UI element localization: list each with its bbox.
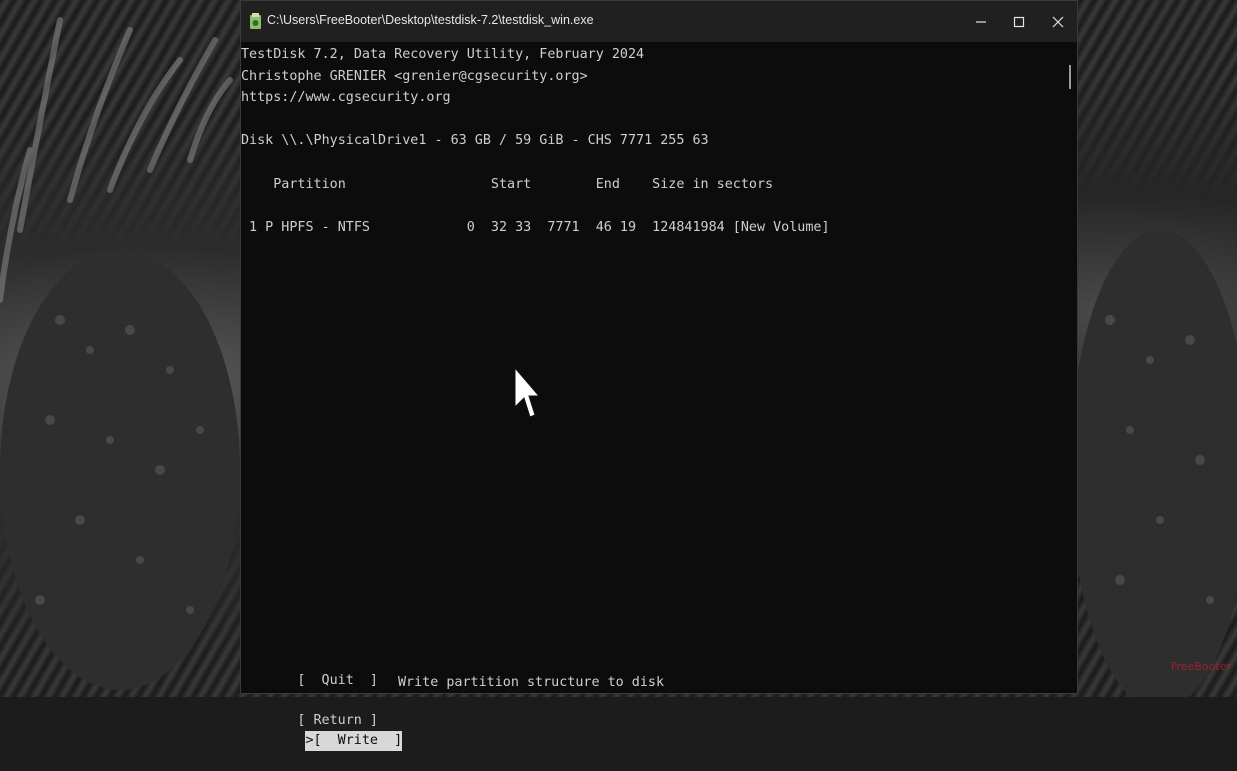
console-output[interactable]: TestDisk 7.2, Data Recovery Utility, Feb… (241, 42, 1065, 751)
quit-menu-option[interactable]: [ Quit ] (297, 671, 378, 691)
minimize-button[interactable] (961, 1, 1001, 42)
window-title: C:\Users\FreeBooter\Desktop\testdisk-7.2… (267, 13, 594, 27)
console-scrollbar[interactable] (1069, 65, 1071, 89)
return-menu-option[interactable]: [ Return ] (297, 711, 378, 731)
close-button[interactable] (1038, 1, 1078, 42)
header-line-3: https://www.cgsecurity.org (241, 90, 451, 105)
selection-marker: > (305, 731, 314, 751)
mouse-pointer-icon (514, 367, 539, 418)
minimize-icon (976, 20, 986, 23)
maximize-button[interactable] (999, 1, 1039, 42)
close-icon (1052, 16, 1064, 27)
title-bar[interactable]: C:\Users\FreeBooter\Desktop\testdisk-7.2… (241, 1, 1077, 42)
testdisk-app-icon (250, 13, 261, 29)
header-line-1: TestDisk 7.2, Data Recovery Utility, Feb… (241, 47, 645, 62)
write-menu-option[interactable]: [ Write ] (313, 731, 403, 751)
write-hint-text: Write partition structure to disk (398, 675, 665, 690)
maximize-icon (1013, 16, 1025, 27)
partition-table-header: Partition Start End Size in sectors (241, 177, 774, 192)
action-menu: [ Quit ] [ Return ] >[ Write ] (249, 651, 403, 751)
console-window[interactable]: C:\Users\FreeBooter\Desktop\testdisk-7.2… (240, 0, 1078, 751)
watermark-text: FreeBooter (1171, 660, 1231, 673)
header-line-2: Christophe GRENIER <grenier@cgsecurity.o… (241, 69, 588, 84)
disk-info-line: Disk \\.\PhysicalDrive1 - 63 GB / 59 GiB… (241, 133, 709, 148)
partition-row[interactable]: 1 P HPFS - NTFS 0 32 33 7771 46 19 12484… (241, 219, 829, 237)
